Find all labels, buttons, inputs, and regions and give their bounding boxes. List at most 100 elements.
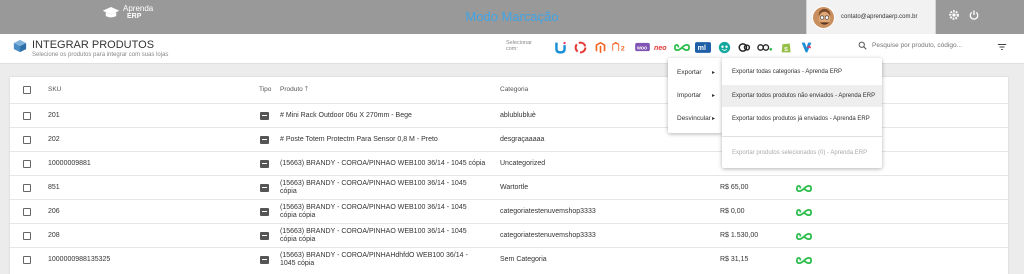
column-sku[interactable]: SKU: [48, 77, 61, 103]
row-price: R$ 31,15: [720, 256, 749, 263]
store-shopify-icon[interactable]: S: [778, 40, 794, 54]
table-row[interactable]: 206 (15663) BRANDY - COROA/PINHAO WEB100…: [10, 199, 1008, 223]
column-produto-label: Produto: [280, 86, 303, 93]
chevron-right-icon: ▸: [711, 70, 715, 76]
chevron-right-icon: ▸: [711, 116, 715, 122]
submenu-label: Exportar todos produtos já enviados - Ap…: [732, 116, 870, 122]
row-product: # Mini Rack Outdoor 06u X 270mm - Bege: [280, 112, 412, 119]
row-checkbox[interactable]: [23, 256, 31, 264]
row-sku: 206: [48, 208, 60, 215]
avatar[interactable]: [812, 5, 835, 29]
top-bar: Aprenda ERP Modo Marcação contato@aprend…: [0, 0, 1024, 34]
row-category: categoriatestenuvemshop3333: [500, 208, 596, 215]
table-row[interactable]: 851 (15663) BRANDY - COROA/PINHAO WEB100…: [10, 175, 1008, 199]
store-woocommerce-icon[interactable]: woo: [634, 40, 650, 54]
filter-icon[interactable]: [997, 42, 1007, 52]
menu-divider: [722, 136, 882, 137]
store-aprenda-erp-icon[interactable]: [674, 40, 690, 54]
row-product: (15663) BRANDY - COROA/PINHAO WEB100 36/…: [280, 160, 486, 167]
row-checkbox[interactable]: [23, 160, 31, 168]
product-type-icon: [260, 184, 269, 192]
menu-item-desvincular[interactable]: Desvincular ▸: [668, 108, 722, 130]
export-submenu: Exportar todas categorias - Aprenda ERP …: [722, 58, 882, 168]
product-type-icon: [260, 112, 269, 120]
graduation-cap-icon: [102, 7, 120, 18]
select-all-checkbox[interactable]: [23, 86, 31, 94]
row-category: ablublubluè: [500, 112, 536, 119]
product-type-icon: [260, 232, 269, 240]
row-product: (15663) BRANDY - COROA/PINHAO WEB100 36/…: [280, 180, 467, 195]
column-categoria[interactable]: Categoria: [500, 77, 528, 103]
svg-text:ml: ml: [698, 44, 706, 52]
export-sent-products[interactable]: Exportar todos produtos já enviados - Ap…: [722, 108, 882, 130]
app-logo[interactable]: Aprenda ERP: [102, 5, 153, 21]
chevron-right-icon: ▸: [711, 93, 715, 99]
store-neo-icon[interactable]: neo: [654, 40, 670, 54]
search-box[interactable]: [858, 41, 982, 50]
menu-item-label: Exportar: [677, 69, 702, 76]
row-checkbox[interactable]: [23, 208, 31, 216]
svg-text:woo: woo: [636, 45, 647, 51]
export-not-sent-products[interactable]: Exportar todos produtos não enviados - A…: [722, 85, 882, 107]
menu-item-exportar[interactable]: Exportar ▸: [668, 62, 722, 84]
column-produto[interactable]: Produto 🡑: [280, 77, 308, 103]
integrated-status-icon: [796, 184, 812, 193]
search-icon: [858, 41, 867, 50]
row-product: (15663) BRANDY - COROA/PINHAHdhfdO WEB10…: [280, 252, 468, 267]
row-category: categoriatestenuvemshop3333: [500, 232, 596, 239]
row-price: R$ 65,00: [720, 184, 749, 191]
integrated-status-icon: [796, 232, 812, 241]
export-selected-products: Exportar produtos selecionados (0) - Apr…: [722, 142, 882, 164]
mode-title: Modo Marcação: [465, 9, 559, 24]
logo-line2: ERP: [127, 13, 142, 20]
row-price: R$ 0,00: [720, 208, 745, 215]
store-uappi-icon[interactable]: [572, 40, 588, 54]
page-title: INTEGRAR PRODUTOS: [32, 39, 155, 51]
row-product: (15663) BRANDY - COROA/PINHAO WEB100 36/…: [280, 228, 467, 243]
svg-text:2: 2: [621, 45, 625, 52]
table-row[interactable]: 1000000988135325 (15663) BRANDY - COROA/…: [10, 247, 1008, 271]
store-tray-icon[interactable]: [716, 40, 732, 54]
svg-text:S: S: [784, 46, 788, 52]
actions-menu: Exportar ▸ Importar ▸ Desvincular ▸: [668, 58, 722, 133]
svg-text:neo: neo: [654, 44, 667, 52]
row-checkbox[interactable]: [23, 112, 31, 120]
row-sku: 10000009881: [48, 160, 91, 167]
row-sku: 201: [48, 112, 60, 119]
integrated-status-icon: [796, 208, 812, 217]
power-icon[interactable]: [967, 9, 981, 23]
row-product: # Poste Totem Protectm Para Sensor 0,8 M…: [280, 136, 438, 143]
column-tipo[interactable]: Tipo: [259, 77, 271, 103]
sort-up-icon: 🡑: [304, 86, 309, 93]
row-category: Uncategorized: [500, 160, 546, 167]
table-row[interactable]: 208 (15663) BRANDY - COROA/PINHAO WEB100…: [10, 223, 1008, 247]
product-type-icon: [260, 208, 269, 216]
store-vnda-icon[interactable]: [798, 40, 814, 54]
logo-line1: Aprenda: [123, 4, 154, 13]
export-all-categories[interactable]: Exportar todas categorias - Aprenda ERP: [722, 61, 882, 83]
user-email: contato@aprendaerp.com.br: [841, 14, 918, 20]
search-input[interactable]: [872, 42, 982, 49]
submenu-label: Exportar produtos selecionados (0) - Apr…: [732, 150, 868, 156]
menu-item-importar[interactable]: Importar ▸: [668, 85, 722, 107]
store-oo-icon[interactable]: [756, 40, 774, 54]
row-price: R$ 1.530,00: [720, 232, 759, 239]
user-menu[interactable]: contato@aprendaerp.com.br: [806, 0, 936, 34]
row-sku: 208: [48, 232, 60, 239]
menu-item-label: Desvincular: [677, 115, 711, 122]
gear-icon[interactable]: [947, 9, 961, 23]
store-loja-integrada-icon[interactable]: [552, 40, 568, 54]
store-olist-icon[interactable]: [736, 40, 752, 54]
row-checkbox[interactable]: [23, 136, 31, 144]
store-magento-icon[interactable]: [592, 40, 608, 54]
row-sku: 202: [48, 136, 60, 143]
select-with-label: Selecionar com:: [506, 40, 532, 52]
integrated-status-icon: [796, 256, 812, 265]
row-checkbox[interactable]: [23, 184, 31, 192]
row-sku: 851: [48, 184, 60, 191]
store-mercado-livre-icon[interactable]: ml: [694, 40, 712, 54]
row-category: Sem Categoria: [500, 256, 547, 263]
row-product: (15663) BRANDY - COROA/PINHAO WEB100 36/…: [280, 204, 467, 219]
store-magento2-icon[interactable]: 2: [610, 40, 630, 54]
row-checkbox[interactable]: [23, 232, 31, 240]
